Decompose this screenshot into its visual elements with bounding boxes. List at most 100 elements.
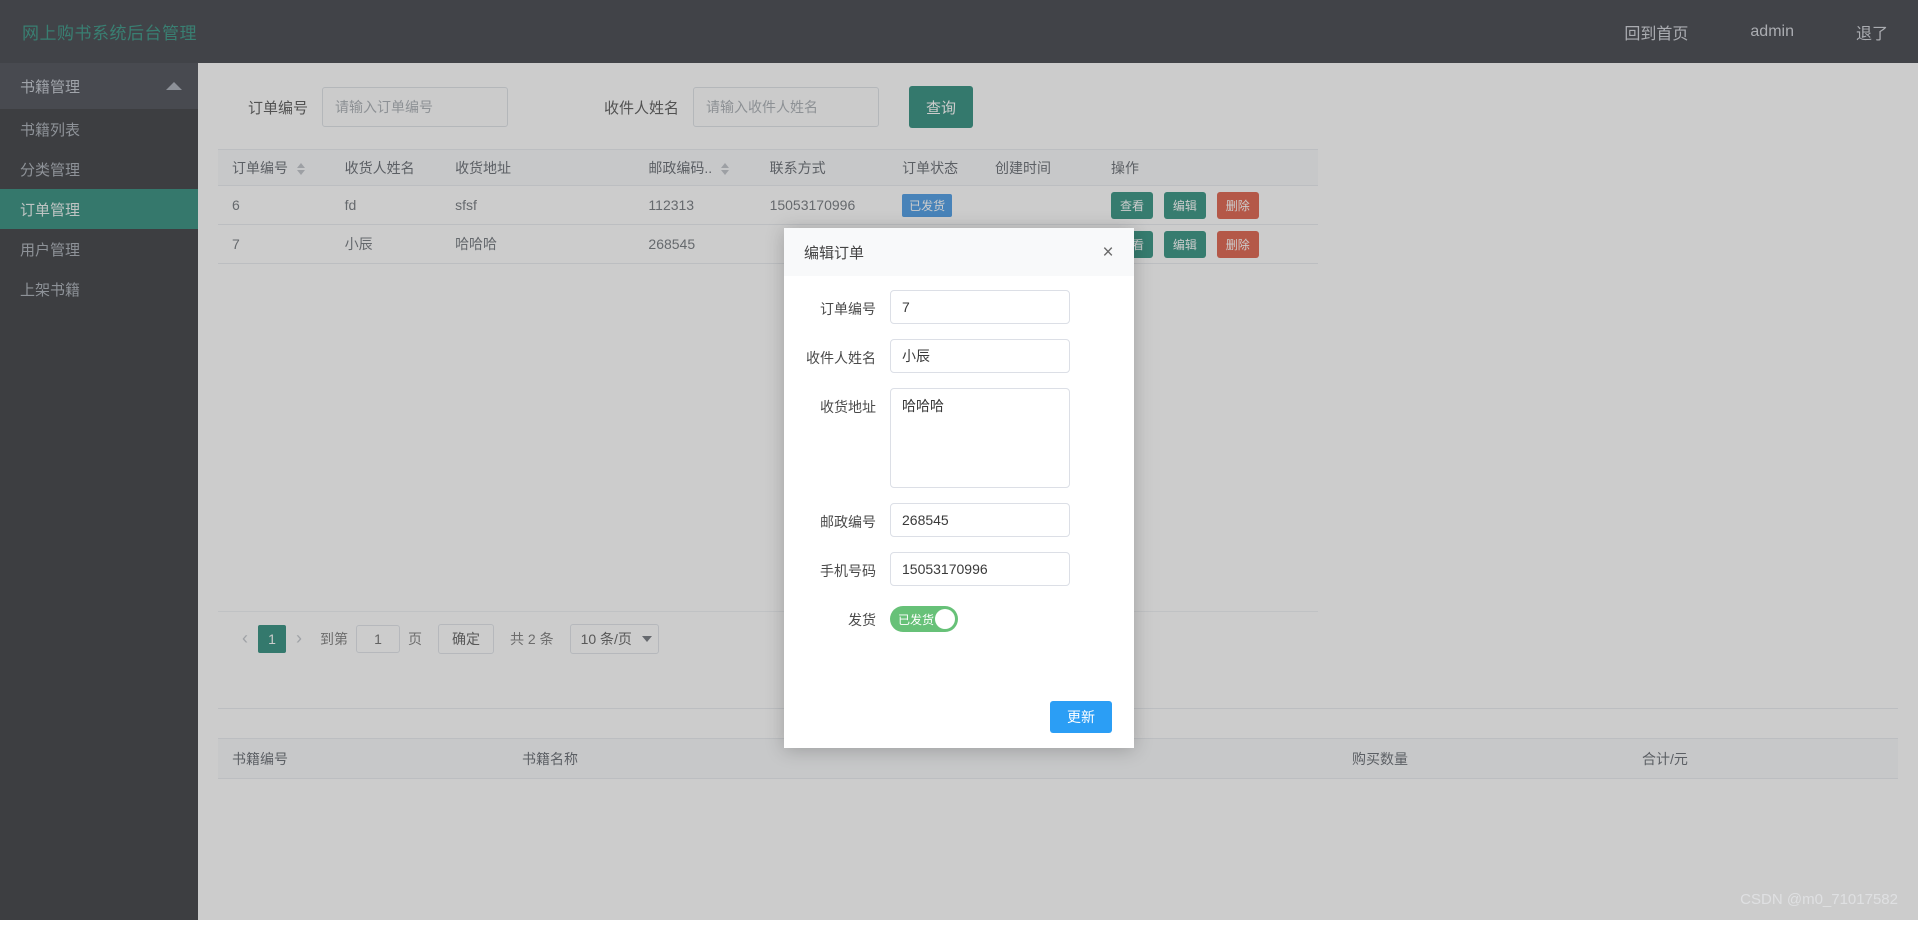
col-receiver: 收货人姓名 bbox=[330, 149, 442, 186]
watermark: CSDN @m0_71017582 bbox=[1740, 891, 1898, 908]
confirm-page-button[interactable]: 确定 bbox=[438, 623, 494, 654]
edit-button[interactable]: 编辑 bbox=[1163, 191, 1206, 219]
shipping-toggle[interactable]: 已发货 bbox=[890, 606, 958, 632]
sidebar: 书籍管理 书籍列表 分类管理 订单管理 用户管理 上架书籍 bbox=[0, 63, 198, 936]
search-panel: 订单编号 收件人姓名 查询 bbox=[218, 76, 1898, 138]
col-label: 邮政编码.. bbox=[648, 159, 713, 176]
col-total: 合计/元 bbox=[1628, 738, 1898, 779]
sidebar-item-book-list[interactable]: 书籍列表 bbox=[0, 109, 198, 149]
col-label: 联系方式 bbox=[769, 159, 826, 176]
sidebar-item-add-book[interactable]: 上架书籍 bbox=[0, 269, 198, 309]
close-icon[interactable]: × bbox=[1098, 242, 1118, 262]
cell-receiver: fd bbox=[330, 185, 442, 225]
sort-icon[interactable] bbox=[296, 162, 306, 176]
header-nav: 回到首页 admin 退了 bbox=[1562, 20, 1918, 44]
cell-actions: 查看 编辑 删除 bbox=[1096, 185, 1318, 225]
shipping-toggle-label: 已发货 bbox=[898, 612, 935, 627]
col-status: 订单状态 bbox=[888, 149, 981, 186]
field-label: 发货 bbox=[848, 612, 876, 628]
field-row-zip: 邮政编号 bbox=[792, 503, 1110, 537]
cell-phone: 15053170996 bbox=[755, 185, 889, 225]
field-row-phone: 手机号码 bbox=[792, 552, 1110, 586]
total-count-label: 共 2 条 bbox=[510, 630, 554, 647]
cell-receiver: 小辰 bbox=[330, 224, 442, 264]
nav-username[interactable]: admin bbox=[1750, 23, 1794, 41]
zip-field[interactable] bbox=[890, 503, 1070, 537]
sidebar-item-category[interactable]: 分类管理 bbox=[0, 149, 198, 189]
orders-table: 订单编号 收货人姓名 收货地址 邮政编码.. 联系方式 订单状态 创建时间 操作… bbox=[218, 149, 1318, 264]
sidebar-item-label: 上架书籍 bbox=[20, 281, 81, 299]
next-page-icon[interactable]: › bbox=[286, 628, 312, 649]
dialog-footer: 更新 bbox=[784, 686, 1134, 748]
table-row: 7 小辰 哈哈哈 268545 查看 编辑 删除 bbox=[218, 224, 1318, 264]
view-button[interactable]: 查看 bbox=[1110, 191, 1153, 219]
field-label: 收件人姓名 bbox=[806, 350, 876, 366]
sidebar-group-books[interactable]: 书籍管理 bbox=[0, 63, 198, 109]
app-header: 网上购书系统后台管理 回到首页 admin 退了 bbox=[0, 0, 1918, 63]
nav-home-link[interactable]: 回到首页 bbox=[1624, 20, 1688, 44]
dialog-body: 订单编号 收件人姓名 收货地址 邮政编号 手机号码 发货 已发货 bbox=[784, 276, 1134, 632]
cell-created bbox=[980, 185, 1097, 225]
cell-order-no: 7 bbox=[218, 224, 331, 264]
cell-address: sfsf bbox=[441, 185, 635, 225]
table-row: 6 fd sfsf 112313 15053170996 已发货 查看 编辑 删… bbox=[218, 185, 1318, 225]
col-label: 订单编号 bbox=[232, 159, 288, 176]
field-label: 手机号码 bbox=[820, 563, 876, 579]
field-label: 订单编号 bbox=[820, 301, 876, 317]
orders-table-body: 6 fd sfsf 112313 15053170996 已发货 查看 编辑 删… bbox=[218, 185, 1318, 264]
cell-order-no: 6 bbox=[218, 185, 331, 225]
delete-button[interactable]: 删除 bbox=[1216, 191, 1259, 219]
edit-order-dialog: 编辑订单 × 订单编号 收件人姓名 收货地址 邮政编号 手机号码 发货 已发货 bbox=[784, 228, 1134, 748]
page-number-1[interactable]: 1 bbox=[258, 624, 286, 653]
order-no-input[interactable] bbox=[322, 87, 509, 127]
col-label: 收货地址 bbox=[455, 159, 512, 176]
goto-page-input[interactable] bbox=[356, 624, 400, 653]
receiver-name-label: 收件人姓名 bbox=[604, 99, 680, 117]
col-label: 操作 bbox=[1110, 159, 1139, 176]
col-quantity: 购买数量 bbox=[1338, 738, 1628, 779]
phone-field[interactable] bbox=[890, 552, 1070, 586]
nav-logout-link[interactable]: 退了 bbox=[1856, 20, 1888, 44]
col-book-no: 书籍编号 bbox=[218, 738, 508, 779]
sidebar-item-orders[interactable]: 订单管理 bbox=[0, 189, 198, 229]
sort-icon[interactable] bbox=[721, 162, 730, 176]
dialog-title: 编辑订单 bbox=[804, 244, 865, 262]
goto-prefix-label: 到第 bbox=[320, 630, 348, 647]
col-label: 创建时间 bbox=[994, 159, 1051, 176]
col-address: 收货地址 bbox=[441, 149, 635, 186]
page-size-value: 10 条/页 bbox=[580, 630, 632, 647]
dialog-header: 编辑订单 × bbox=[784, 228, 1134, 276]
query-button[interactable]: 查询 bbox=[909, 86, 974, 128]
address-field[interactable] bbox=[890, 388, 1070, 488]
cell-status: 已发货 bbox=[888, 185, 981, 225]
update-button[interactable]: 更新 bbox=[1050, 701, 1112, 733]
cell-zip: 112313 bbox=[634, 185, 756, 225]
field-row-receiver: 收件人姓名 bbox=[792, 339, 1110, 373]
field-row-shipping: 发货 已发货 bbox=[792, 601, 1110, 632]
page-size-select[interactable]: 10 条/页 bbox=[569, 623, 659, 654]
sidebar-item-label: 分类管理 bbox=[20, 161, 81, 179]
pagination: ‹ 1 › 到第 页 确定 共 2 条 10 条/页 bbox=[218, 611, 1318, 665]
col-label: 订单状态 bbox=[902, 159, 959, 176]
goto-suffix-label: 页 bbox=[408, 630, 422, 647]
col-order-no[interactable]: 订单编号 bbox=[218, 149, 331, 186]
chevron-down-icon bbox=[641, 635, 652, 642]
field-row-address: 收货地址 bbox=[792, 388, 1110, 488]
col-zip[interactable]: 邮政编码.. bbox=[634, 149, 756, 186]
edit-button[interactable]: 编辑 bbox=[1163, 230, 1206, 258]
app-title: 网上购书系统后台管理 bbox=[22, 24, 197, 43]
order-no-field[interactable] bbox=[890, 290, 1070, 324]
prev-page-icon[interactable]: ‹ bbox=[232, 628, 258, 649]
col-actions: 操作 bbox=[1096, 149, 1318, 186]
sidebar-item-label: 订单管理 bbox=[20, 201, 81, 219]
delete-button[interactable]: 删除 bbox=[1216, 230, 1259, 258]
sidebar-item-users[interactable]: 用户管理 bbox=[0, 229, 198, 269]
receiver-name-field[interactable] bbox=[890, 339, 1070, 373]
sidebar-item-label: 书籍列表 bbox=[20, 121, 81, 139]
orders-table-head: 订单编号 收货人姓名 收货地址 邮政编码.. 联系方式 订单状态 创建时间 操作 bbox=[218, 149, 1318, 186]
field-label: 邮政编号 bbox=[820, 514, 876, 530]
col-created: 创建时间 bbox=[980, 149, 1097, 186]
receiver-name-input[interactable] bbox=[693, 87, 880, 127]
page-bottom-strip bbox=[0, 920, 1918, 936]
field-row-order-no: 订单编号 bbox=[792, 290, 1110, 324]
